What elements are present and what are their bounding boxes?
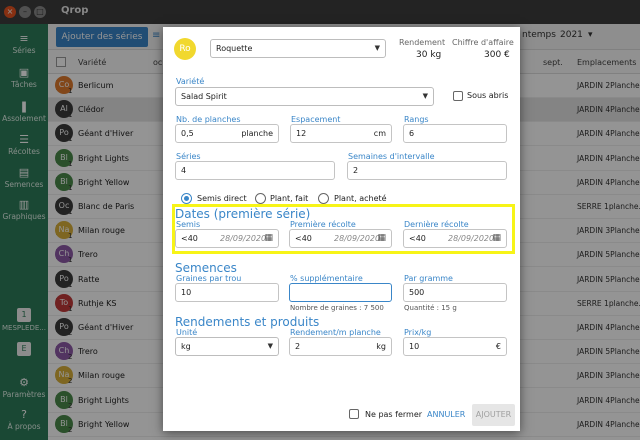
prix-value: 10 [409, 342, 420, 351]
rendement-planche-value: 2 [295, 342, 301, 351]
sous-abris-label: Sous abris [467, 91, 509, 100]
graines-label: Graines par trou [176, 274, 242, 283]
radio-plant-fait-label: Plant, fait [270, 194, 309, 203]
rendement-label: Rendement [399, 38, 446, 47]
variete-label: Variété [176, 77, 205, 86]
rendements-section-title: Rendements et produits [175, 315, 320, 329]
radio-plant-fait[interactable] [255, 193, 266, 204]
unite-select[interactable]: kg ▼ [175, 337, 279, 356]
espacement-value: 12 [296, 129, 307, 138]
chiffre-affaire-value: 300 € [484, 50, 510, 60]
chevron-down-icon: ▼ [374, 44, 380, 52]
series-input[interactable]: 4 [175, 161, 335, 180]
chiffre-affaire-label: Chiffre d'affaire [452, 38, 514, 47]
graines-input[interactable]: 10 [175, 283, 279, 302]
nb-planches-label: Nb. de planches [176, 115, 241, 124]
rangs-value: 6 [409, 129, 415, 138]
radio-semis-direct-label: Semis direct [197, 194, 247, 203]
par-gramme-label: Par gramme [404, 274, 453, 283]
radio-plant-achete-label: Plant, acheté [334, 194, 387, 203]
radio-semis-direct[interactable] [181, 193, 192, 204]
supp-input[interactable] [289, 283, 392, 302]
nb-graines-hint: Nombre de graines : 7 500 [290, 304, 384, 312]
unite-label: Unité [176, 328, 198, 337]
rendement-value: 30 kg [416, 50, 442, 60]
semences-section-title: Semences [175, 261, 237, 275]
dates-highlight-box [172, 204, 515, 254]
crop-avatar: Ro [174, 38, 196, 60]
chevron-down-icon: ▼ [422, 92, 428, 100]
app-window: × – □ Qrop ≡ Séries ▣ Tâches ❚ Assolemen… [0, 0, 640, 440]
ne-pas-fermer-label: Ne pas fermer [365, 410, 423, 419]
rendement-planche-label: Rendement/m planche [290, 328, 381, 337]
ne-pas-fermer-checkbox[interactable] [349, 409, 359, 419]
unite-value: kg [181, 342, 191, 351]
sous-abris-checkbox[interactable] [453, 91, 463, 101]
add-button[interactable]: AJOUTER [472, 404, 515, 426]
nb-planches-suffix: planche [241, 129, 273, 138]
series-value: 4 [181, 166, 187, 175]
series-label: Séries [176, 152, 201, 161]
espacement-input[interactable]: 12 cm [290, 124, 392, 143]
prix-label: Prix/kg [404, 328, 432, 337]
prix-suffix: € [495, 342, 501, 351]
radio-plant-achete[interactable] [318, 193, 329, 204]
nb-planches-value: 0,5 [181, 129, 194, 138]
supp-label: % supplémentaire [290, 274, 363, 283]
crop-select[interactable]: Roquette ▼ [210, 39, 386, 58]
variete-select[interactable]: Salad Spirit ▼ [175, 87, 434, 106]
quantite-hint: Quantité : 15 g [404, 304, 457, 312]
prix-input[interactable]: 10 € [403, 337, 507, 356]
semaines-input[interactable]: 2 [347, 161, 507, 180]
rangs-label: Rangs [404, 115, 429, 124]
graines-value: 10 [181, 288, 192, 297]
cancel-button[interactable]: ANNULER [427, 410, 465, 419]
semaines-label: Semaines d'intervalle [348, 152, 435, 161]
par-gramme-input[interactable]: 500 [403, 283, 507, 302]
crop-select-value: Roquette [216, 44, 253, 53]
variete-select-value: Salad Spirit [181, 92, 227, 101]
rendement-planche-input[interactable]: 2 kg [289, 337, 392, 356]
nb-planches-input[interactable]: 0,5 planche [175, 124, 279, 143]
par-gramme-value: 500 [409, 288, 425, 297]
semaines-value: 2 [353, 166, 359, 175]
espacement-suffix: cm [373, 129, 386, 138]
espacement-label: Espacement [291, 115, 341, 124]
chevron-down-icon: ▼ [267, 342, 273, 350]
rendement-planche-suffix: kg [376, 342, 386, 351]
rangs-input[interactable]: 6 [403, 124, 507, 143]
